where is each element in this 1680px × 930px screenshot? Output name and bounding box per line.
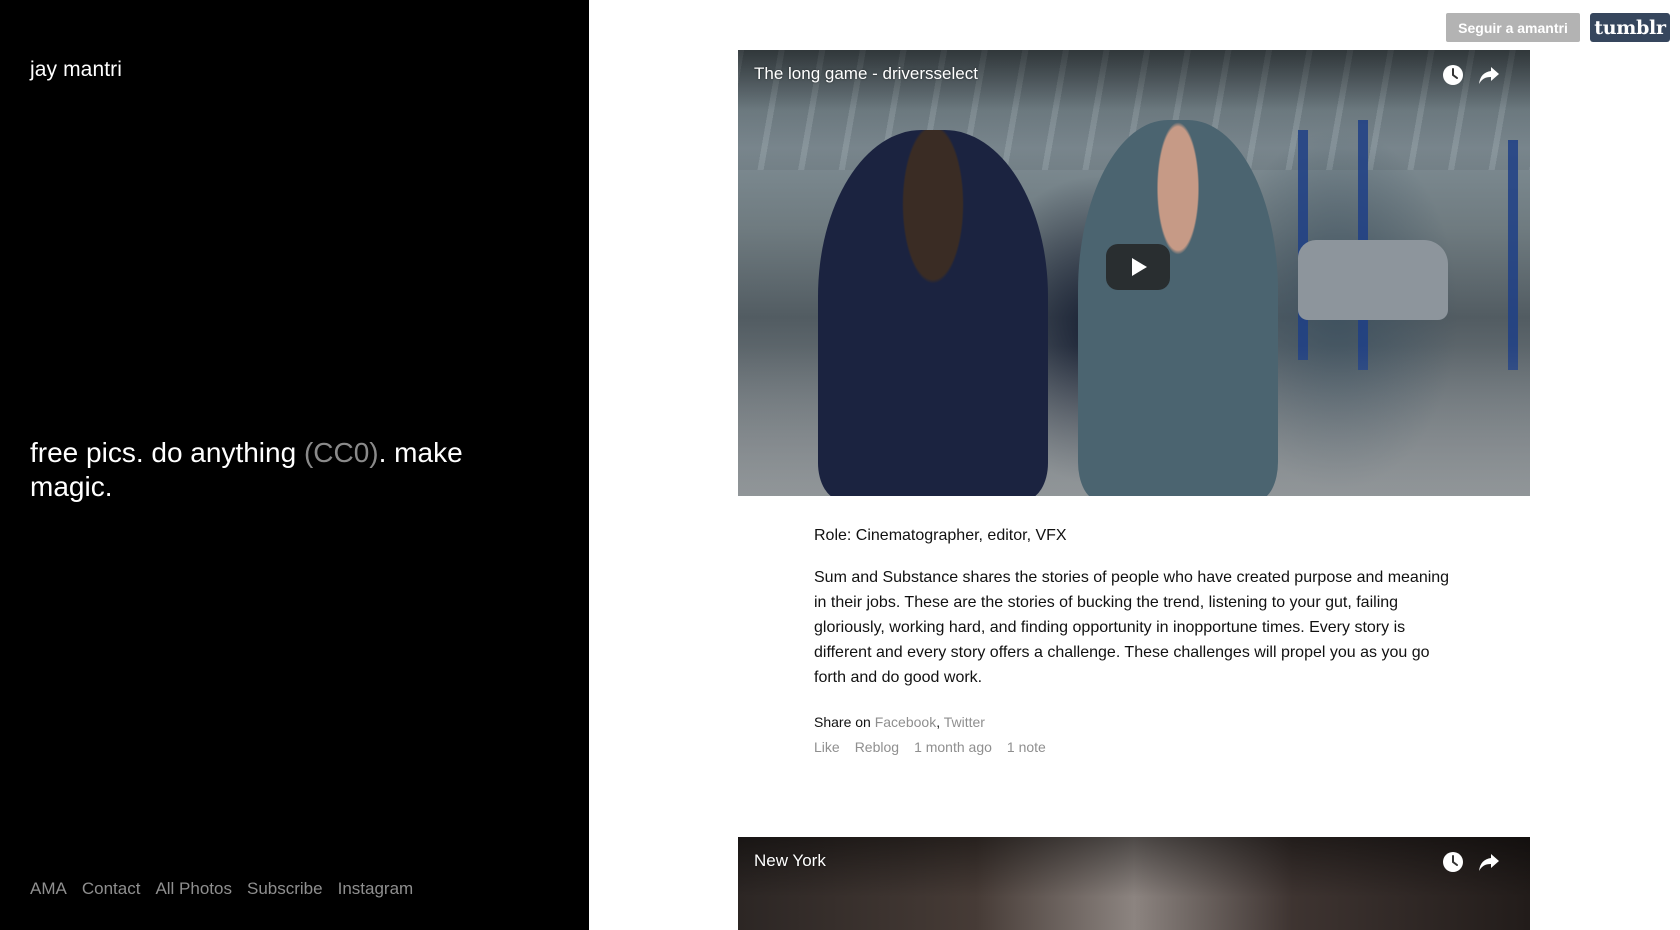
video-title-shade (738, 837, 1530, 897)
clock-icon[interactable] (1440, 62, 1466, 88)
reblog-link[interactable]: Reblog (855, 737, 899, 757)
tagline: free pics. do anything (CC0). make magic… (30, 436, 550, 504)
sidebar: jay mantri free pics. do anything (CC0).… (0, 0, 589, 930)
share-prefix: Share on (814, 714, 875, 730)
nav-link-contact[interactable]: Contact (82, 879, 141, 899)
video-title[interactable]: New York (754, 851, 826, 871)
video-thumbnail-car (1298, 240, 1448, 320)
share-facebook-link[interactable]: Facebook (875, 714, 936, 730)
blog-title[interactable]: jay mantri (30, 58, 122, 82)
share-arrow-icon[interactable] (1476, 849, 1502, 875)
video-title[interactable]: The long game - driversselect (754, 64, 978, 84)
post-description: Sum and Substance shares the stories of … (814, 569, 1450, 686)
video-thumbnail-lift-pillar (1508, 140, 1518, 370)
video-player[interactable]: New York (738, 837, 1530, 930)
post-role: Role: Cinematographer, editor, VFX (814, 527, 1067, 544)
share-separator: , (936, 714, 941, 730)
video-thumbnail-person (818, 130, 1048, 496)
like-link[interactable]: Like (814, 737, 840, 757)
nav-link-instagram[interactable]: Instagram (338, 879, 414, 899)
clock-icon[interactable] (1440, 849, 1466, 875)
nav-link-ama[interactable]: AMA (30, 879, 67, 899)
sidebar-nav: AMA Contact All Photos Subscribe Instagr… (30, 879, 428, 899)
nav-link-all-photos[interactable]: All Photos (155, 879, 232, 899)
nav-link-subscribe[interactable]: Subscribe (247, 879, 323, 899)
notes-count[interactable]: 1 note (1007, 737, 1046, 757)
play-button[interactable] (1106, 244, 1170, 290)
video-thumbnail-person (1078, 120, 1278, 496)
post-timestamp[interactable]: 1 month ago (914, 737, 992, 757)
follow-button[interactable]: Seguir a amantri (1446, 13, 1580, 42)
share-twitter-link[interactable]: Twitter (944, 714, 985, 730)
tagline-cc0: (CC0) (303, 437, 379, 468)
video-player[interactable]: The long game - driversselect (738, 50, 1530, 496)
tumblr-logo[interactable]: tumblr (1590, 13, 1670, 42)
tagline-part-1: free pics. do anything (30, 437, 304, 468)
post-meta: Like Reblog 1 month ago 1 note (814, 737, 1454, 757)
share-arrow-icon[interactable] (1476, 62, 1502, 88)
share-line: Share on Facebook, Twitter (814, 712, 1454, 732)
play-icon (1132, 258, 1147, 276)
post-body: Role: Cinematographer, editor, VFX Sum a… (814, 520, 1454, 757)
